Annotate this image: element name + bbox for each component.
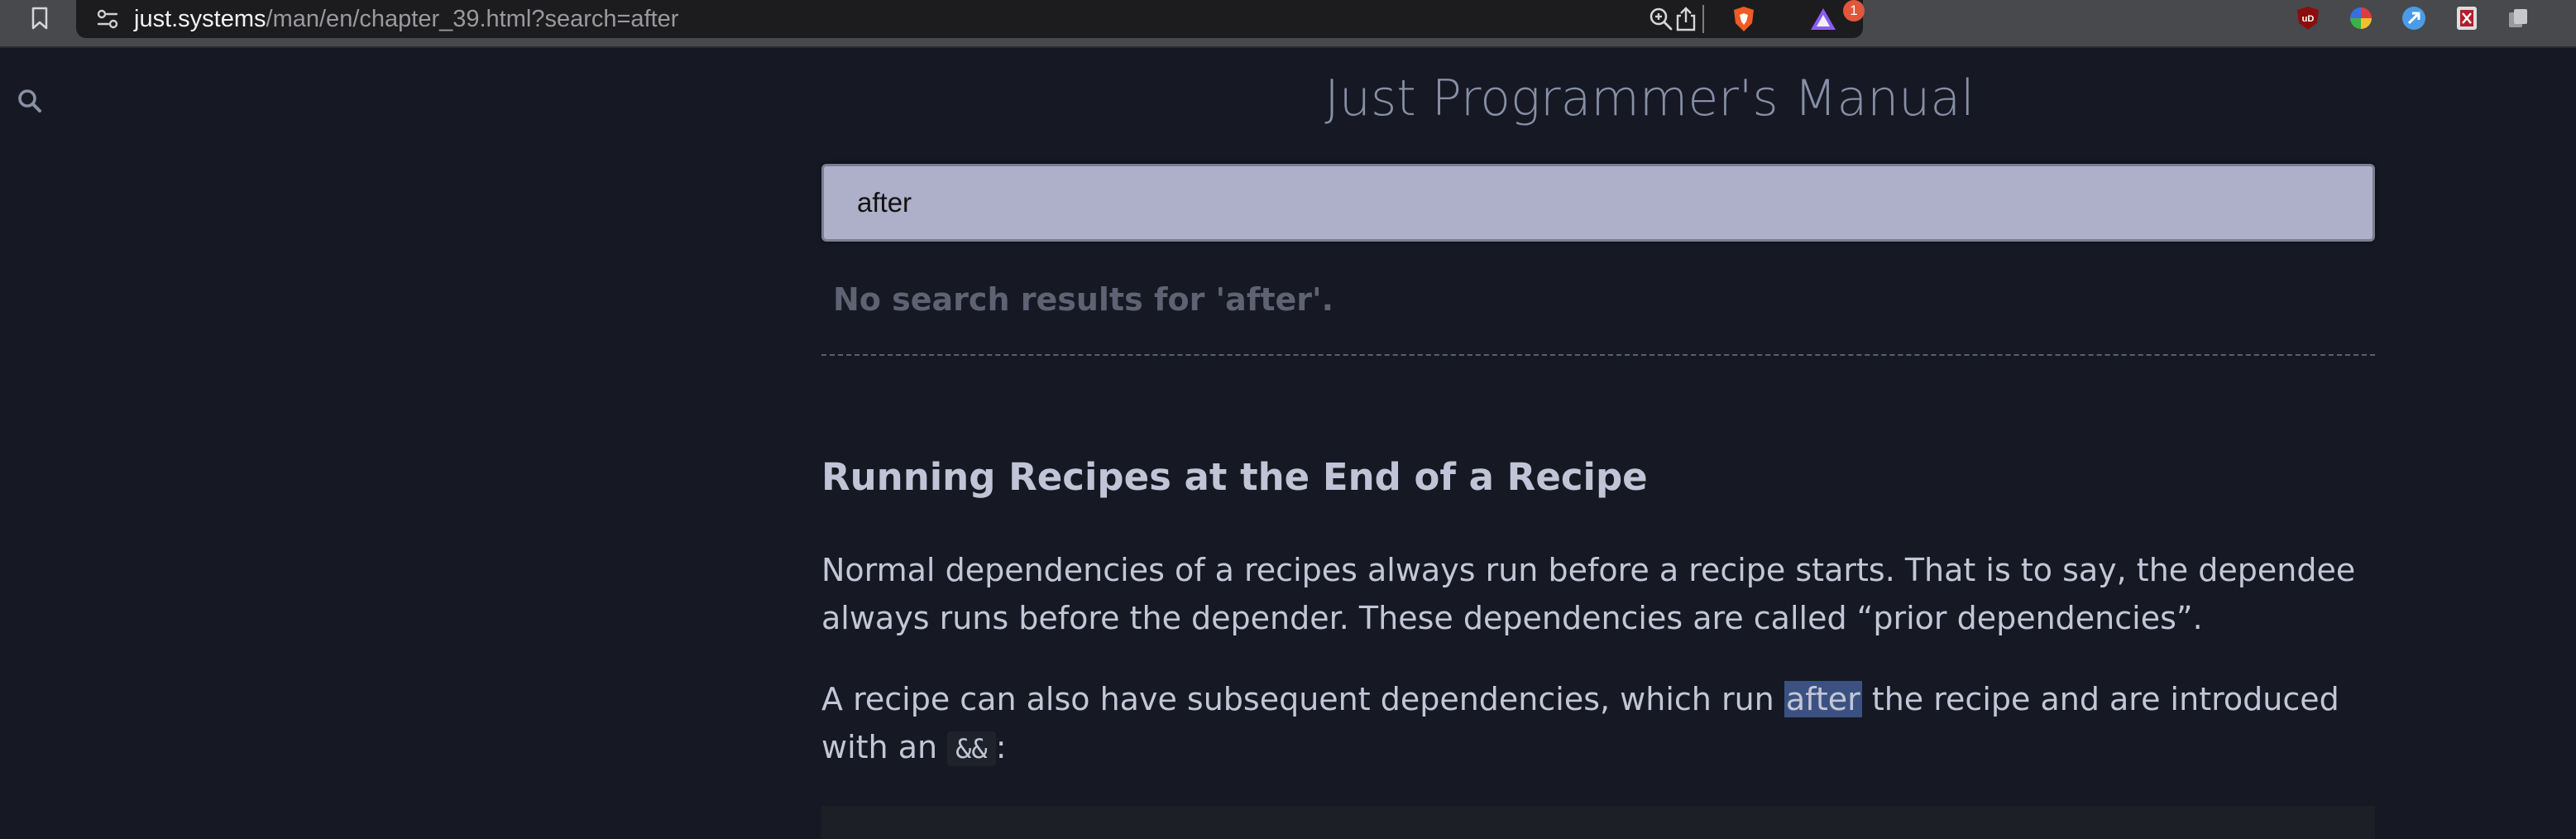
- brave-shields-icon[interactable]: [1729, 4, 1759, 34]
- site-settings-icon[interactable]: [94, 6, 121, 32]
- search-highlight: after: [1784, 681, 1862, 717]
- page-content: Just Programmer's Manual No search resul…: [0, 50, 2576, 839]
- extension-blue-icon[interactable]: [2399, 3, 2429, 33]
- para-text-before: A recipe can also have subsequent depend…: [821, 681, 1784, 717]
- extension-puzzle-icon[interactable]: [2503, 3, 2533, 33]
- search-input[interactable]: [821, 164, 2375, 242]
- paragraph-subsequent-dependencies: A recipe can also have subsequent depend…: [821, 675, 2377, 773]
- brave-rewards-icon[interactable]: [1808, 4, 1838, 34]
- section-heading: Running Recipes at the End of a Recipe: [821, 455, 1648, 499]
- para-text-end: :: [995, 729, 1007, 765]
- rewards-badge: 1: [1843, 0, 1865, 22]
- inline-code: &&: [947, 731, 996, 766]
- bookmark-icon[interactable]: [28, 3, 51, 33]
- code-block: [821, 806, 2375, 839]
- extension-red-icon[interactable]: [2452, 3, 2482, 33]
- search-toggle-icon[interactable]: [15, 86, 45, 116]
- address-bar[interactable]: just.systems/man/en/chapter_39.html?sear…: [76, 0, 1865, 38]
- toolbar-separator: [1702, 5, 1704, 33]
- ublock-icon[interactable]: uD: [2293, 3, 2323, 33]
- share-icon[interactable]: [1671, 4, 1701, 34]
- book-title: Just Programmer's Manual: [1324, 70, 1975, 127]
- browser-toolbar: just.systems/man/en/chapter_39.html?sear…: [0, 0, 2576, 48]
- results-divider: [821, 354, 2375, 356]
- search-results-message: No search results for 'after'.: [833, 281, 1334, 318]
- url-path: /man/en/chapter_39.html?search=after: [266, 6, 679, 32]
- url-text[interactable]: just.systems/man/en/chapter_39.html?sear…: [134, 3, 678, 35]
- svg-text:uD: uD: [2302, 14, 2315, 24]
- url-host: just.systems: [134, 6, 266, 32]
- paragraph-prior-dependencies: Normal dependencies of a recipes always …: [821, 552, 2356, 636]
- color-picker-icon[interactable]: [2346, 3, 2376, 33]
